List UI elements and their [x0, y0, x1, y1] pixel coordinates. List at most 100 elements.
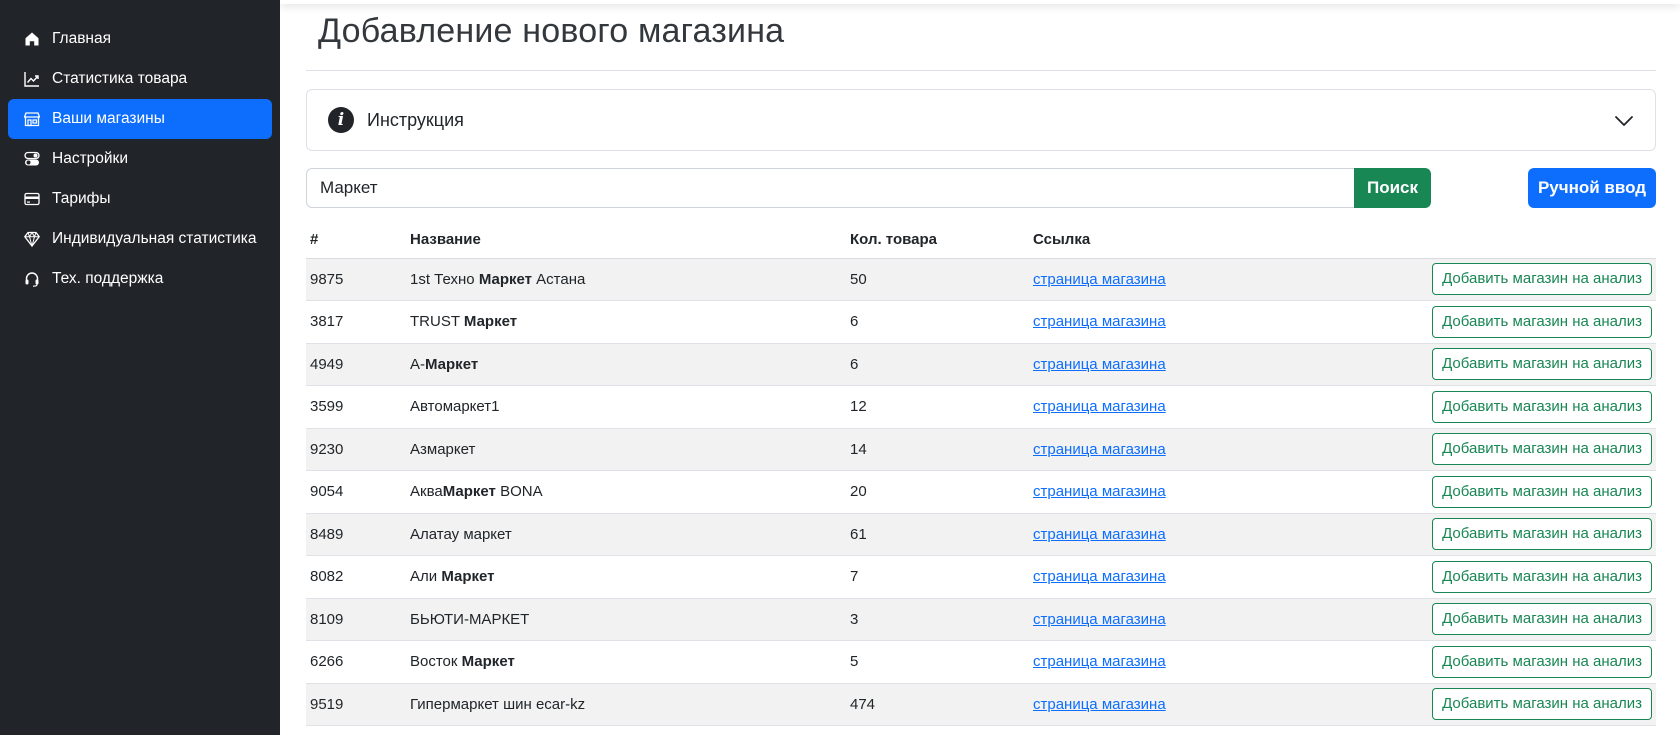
- search-row: Поиск Ручной ввод: [306, 168, 1656, 208]
- shops-table: # Название Кол. товара Ссылка 9875 1st Те…: [306, 222, 1656, 735]
- home-icon: [24, 31, 40, 47]
- add-shop-button[interactable]: Добавить магазин на анализ: [1432, 390, 1652, 423]
- cell-link: страница магазина: [1029, 683, 1329, 726]
- name-text: Али: [410, 568, 442, 586]
- cell-id: [306, 725, 406, 735]
- cell-link: страница магазина: [1029, 300, 1329, 344]
- name-text: Алатау маркет: [410, 525, 512, 543]
- cell-name: А-Маркет: [406, 343, 846, 386]
- sidebar-item-4[interactable]: Тарифы: [8, 179, 272, 219]
- cell-link: страница магазина: [1029, 470, 1329, 514]
- chevron-down-icon: [1615, 116, 1633, 126]
- cell-action: Добавить магазин на анализ: [1329, 470, 1656, 514]
- cell-id: 8489: [306, 513, 406, 556]
- sidebar-item-5[interactable]: Индивидуальная статистика: [8, 219, 272, 259]
- name-text: 1st Техно: [410, 270, 479, 288]
- cell-name: Али Маркет: [406, 555, 846, 599]
- table-row: 9875 1st Техно Маркет Астана 50 страница ма…: [306, 258, 1656, 301]
- cell-qty: 7: [846, 555, 1029, 599]
- sidebar-item-label: Ваши магазины: [52, 110, 165, 127]
- cell-qty: 5: [846, 640, 1029, 684]
- cell-action: Добавить магазин на анализ: [1329, 385, 1656, 429]
- cell-name: Алатау маркет: [406, 513, 846, 556]
- name-text: TRUST: [410, 313, 464, 331]
- cell-name: TRUST Маркет: [406, 300, 846, 344]
- cell-link: страница магазина: [1029, 598, 1329, 641]
- header-qty: Кол. товара: [846, 222, 1029, 259]
- cell-qty: 6: [846, 343, 1029, 386]
- cell-action: Добавить магазин на анализ: [1329, 555, 1656, 599]
- shop-page-link[interactable]: страница магазина: [1033, 271, 1166, 288]
- table-row: 6266 Восток Маркет 5 страница магазина Добав…: [306, 640, 1656, 684]
- cell-link: страница магазина: [1029, 640, 1329, 684]
- name-highlight: Маркет: [442, 483, 496, 501]
- sidebar-item-2[interactable]: Ваши магазины: [8, 99, 272, 139]
- cell-id: 9519: [306, 683, 406, 726]
- name-text: Астана: [532, 270, 586, 288]
- name-highlight: Маркет: [463, 313, 518, 331]
- shop-page-link[interactable]: страница магазина: [1033, 398, 1166, 415]
- sidebar-item-1[interactable]: Статистика товара: [8, 59, 272, 99]
- cell-qty: 14: [846, 428, 1029, 471]
- cell-name: БЬЮТИ-МАРКЕТ: [406, 598, 846, 641]
- name-highlight: Маркет: [461, 653, 515, 671]
- cell-qty: 61: [846, 513, 1029, 556]
- manual-input-button[interactable]: Ручной ввод: [1528, 168, 1656, 208]
- sidebar-item-0[interactable]: Главная: [8, 19, 272, 59]
- shop-page-link[interactable]: страница магазина: [1033, 356, 1166, 373]
- cell-link: страница магазина: [1029, 343, 1329, 386]
- cell-link: страница магазина: [1029, 555, 1329, 599]
- add-shop-button[interactable]: Добавить магазин на анализ: [1432, 475, 1652, 508]
- sidebar-item-label: Тарифы: [52, 190, 111, 207]
- shop-page-link[interactable]: страница магазина: [1033, 696, 1166, 713]
- shop-page-link[interactable]: страница магазина: [1033, 313, 1166, 330]
- shop-page-link[interactable]: страница магазина: [1033, 611, 1166, 628]
- cell-action: Добавить магазин на анализ: [1329, 513, 1656, 556]
- cell-action: Добавить магазин на анализ: [1329, 598, 1656, 641]
- cell-name: Азмаркет: [406, 428, 846, 471]
- header-action: [1329, 222, 1656, 259]
- table-row: [306, 725, 1656, 735]
- name-text: БЬЮТИ-МАРКЕТ: [410, 610, 530, 628]
- info-icon: i: [328, 107, 354, 133]
- name-text: Автомаркет1: [410, 398, 500, 416]
- shop-page-link[interactable]: страница магазина: [1033, 441, 1166, 458]
- add-shop-button[interactable]: Добавить магазин на анализ: [1432, 433, 1652, 466]
- name-highlight: Маркет: [441, 568, 495, 586]
- table-header-row: # Название Кол. товара Ссылка: [306, 222, 1656, 259]
- sidebar-item-3[interactable]: Настройки: [8, 139, 272, 179]
- cell-id: 8082: [306, 555, 406, 599]
- instruction-accordion[interactable]: i Инструкция: [306, 89, 1656, 151]
- cell-id: 3817: [306, 300, 406, 344]
- search-input[interactable]: [306, 168, 1354, 208]
- cell-action: Добавить магазин на анализ: [1329, 640, 1656, 684]
- shop-page-link[interactable]: страница магазина: [1033, 568, 1166, 585]
- add-shop-button[interactable]: Добавить магазин на анализ: [1432, 560, 1652, 593]
- title-divider: [306, 70, 1656, 71]
- cell-action: Добавить магазин на анализ: [1329, 258, 1656, 301]
- cell-id: 3599: [306, 385, 406, 429]
- cell-action: Добавить магазин на анализ: [1329, 428, 1656, 471]
- add-shop-button[interactable]: Добавить магазин на анализ: [1432, 263, 1652, 296]
- add-shop-button[interactable]: Добавить магазин на анализ: [1432, 305, 1652, 338]
- shop-page-link[interactable]: страница магазина: [1033, 526, 1166, 543]
- search-button[interactable]: Поиск: [1354, 168, 1431, 208]
- header-id: #: [306, 222, 406, 259]
- shop-page-link[interactable]: страница магазина: [1033, 483, 1166, 500]
- add-shop-button[interactable]: Добавить магазин на анализ: [1432, 688, 1652, 721]
- cell-action: Добавить магазин на анализ: [1329, 343, 1656, 386]
- cell-name: Восток Маркет: [406, 640, 846, 684]
- chart-line-icon: [24, 71, 40, 87]
- gem-icon: [24, 231, 40, 247]
- cell-id: 9875: [306, 258, 406, 301]
- add-shop-button[interactable]: Добавить магазин на анализ: [1432, 518, 1652, 551]
- add-shop-button[interactable]: Добавить магазин на анализ: [1432, 348, 1652, 381]
- add-shop-button[interactable]: Добавить магазин на анализ: [1432, 603, 1652, 636]
- shop-page-link[interactable]: страница магазина: [1033, 653, 1166, 670]
- main-content: Добавление нового магазина i Инструкция …: [280, 0, 1680, 735]
- cell-id: 4949: [306, 343, 406, 386]
- cell-action: [1329, 725, 1656, 735]
- sidebar-item-6[interactable]: Тех. поддержка: [8, 259, 272, 299]
- name-highlight: Маркет: [478, 270, 532, 288]
- add-shop-button[interactable]: Добавить магазин на анализ: [1432, 645, 1652, 678]
